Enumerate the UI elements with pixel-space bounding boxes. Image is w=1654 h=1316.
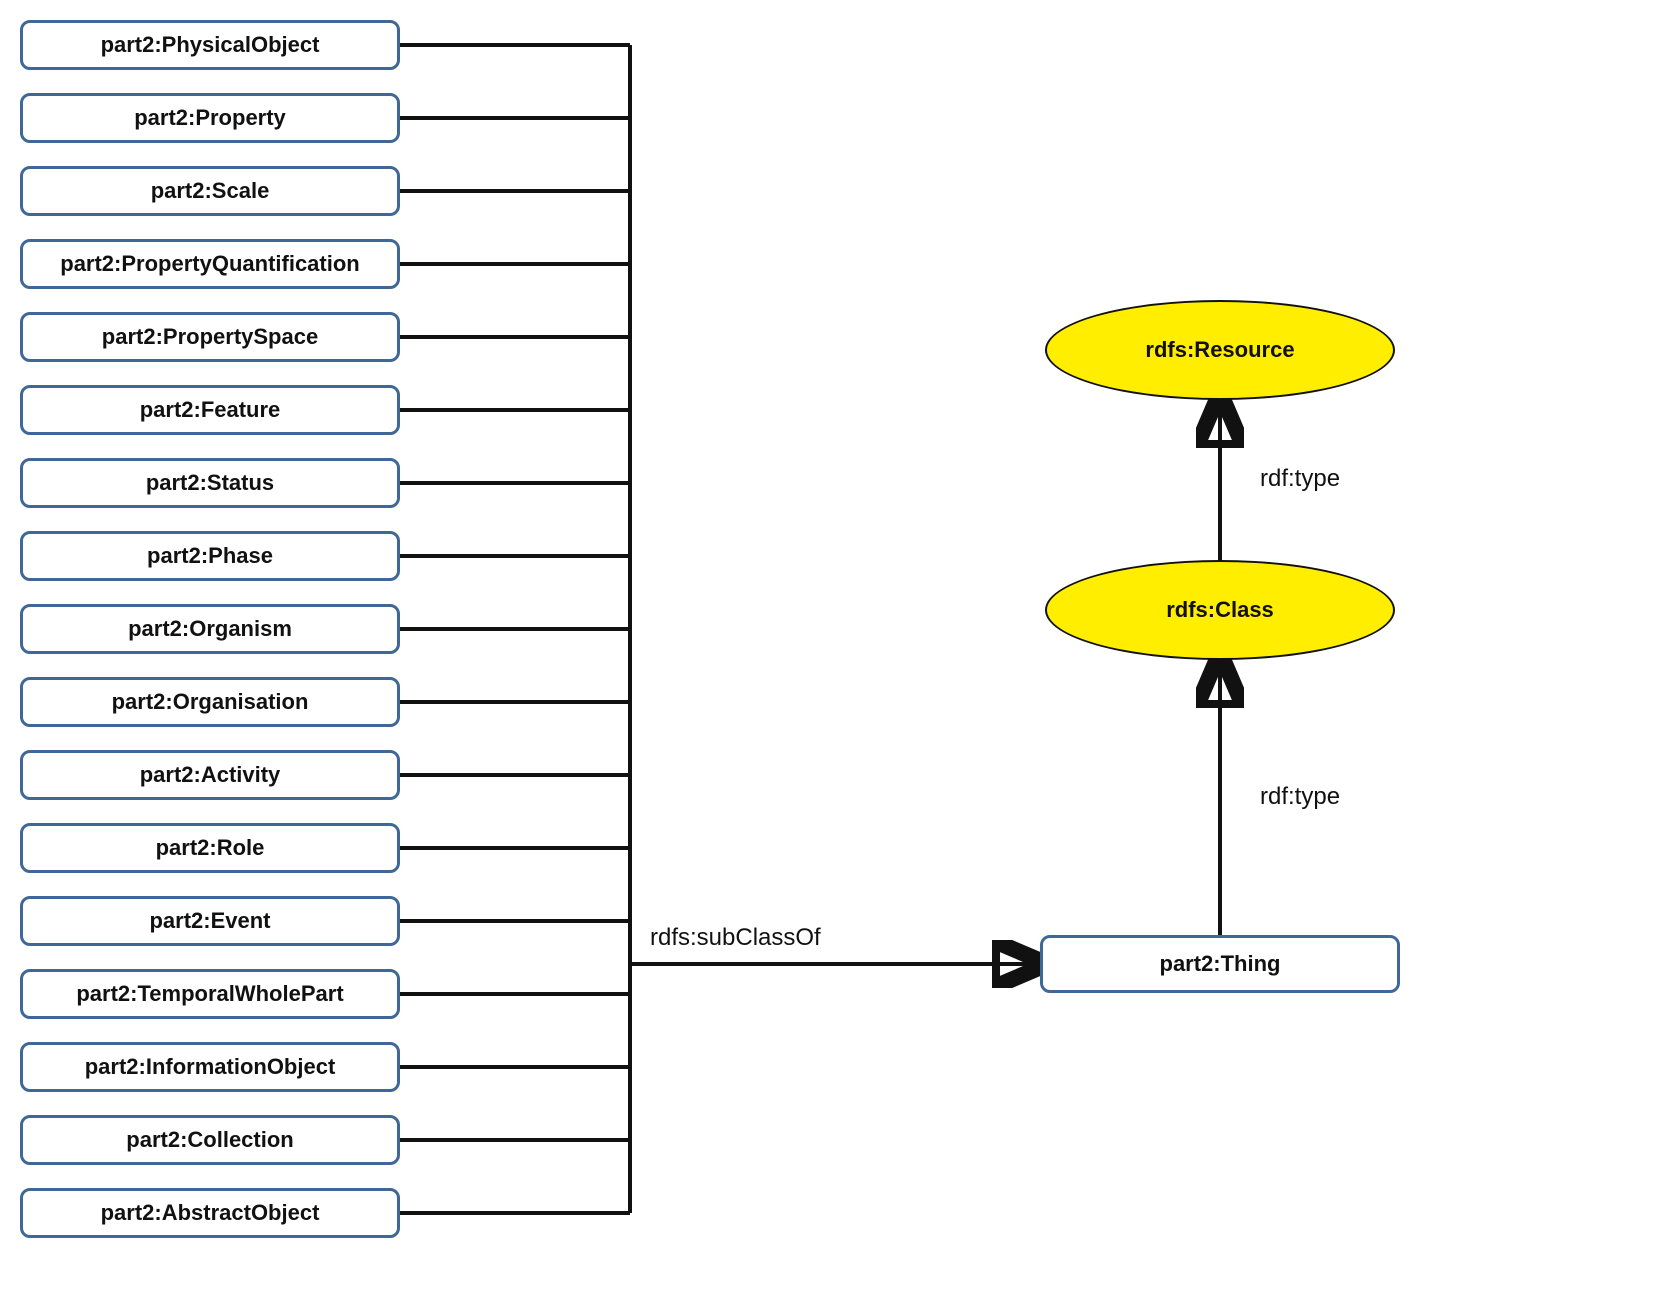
class-box-label: part2:Event bbox=[149, 908, 270, 934]
class-box-label: part2:PhysicalObject bbox=[101, 32, 320, 58]
class-box-label: part2:Status bbox=[146, 470, 274, 496]
class-box-label: part2:InformationObject bbox=[85, 1054, 336, 1080]
class-box: part2:Organism bbox=[20, 604, 400, 654]
class-box: part2:Feature bbox=[20, 385, 400, 435]
class-ellipse-label: rdfs:Class bbox=[1166, 597, 1274, 623]
class-box: part2:PhysicalObject bbox=[20, 20, 400, 70]
class-box: part2:Collection bbox=[20, 1115, 400, 1165]
class-box: part2:Organisation bbox=[20, 677, 400, 727]
class-box: part2:Phase bbox=[20, 531, 400, 581]
class-ellipse: rdfs:Class bbox=[1045, 560, 1395, 660]
class-box: part2:InformationObject bbox=[20, 1042, 400, 1092]
class-box-label: part2:PropertyQuantification bbox=[60, 251, 359, 277]
resource-ellipse-label: rdfs:Resource bbox=[1145, 337, 1294, 363]
thing-box-label: part2:Thing bbox=[1160, 951, 1281, 977]
class-box: part2:AbstractObject bbox=[20, 1188, 400, 1238]
class-box: part2:Status bbox=[20, 458, 400, 508]
class-box: part2:Activity bbox=[20, 750, 400, 800]
thing-box: part2:Thing bbox=[1040, 935, 1400, 993]
resource-ellipse: rdfs:Resource bbox=[1045, 300, 1395, 400]
class-box-label: part2:PropertySpace bbox=[102, 324, 318, 350]
edge-label-subclassof: rdfs:subClassOf bbox=[650, 924, 821, 952]
edge-label-type-lower: rdf:type bbox=[1260, 783, 1340, 811]
class-box-label: part2:Phase bbox=[147, 543, 273, 569]
class-box: part2:Event bbox=[20, 896, 400, 946]
class-box-label: part2:Feature bbox=[140, 397, 281, 423]
class-box-label: part2:Activity bbox=[140, 762, 281, 788]
class-box: part2:PropertyQuantification bbox=[20, 239, 400, 289]
class-box: part2:Role bbox=[20, 823, 400, 873]
class-box-label: part2:TemporalWholePart bbox=[76, 981, 343, 1007]
class-box-label: part2:Role bbox=[156, 835, 265, 861]
class-box: part2:Property bbox=[20, 93, 400, 143]
class-box: part2:Scale bbox=[20, 166, 400, 216]
class-box: part2:TemporalWholePart bbox=[20, 969, 400, 1019]
class-box-label: part2:Collection bbox=[126, 1127, 293, 1153]
class-box-label: part2:Organism bbox=[128, 616, 292, 642]
class-box: part2:PropertySpace bbox=[20, 312, 400, 362]
edge-label-type-upper: rdf:type bbox=[1260, 465, 1340, 493]
class-box-label: part2:Property bbox=[134, 105, 286, 131]
class-box-label: part2:AbstractObject bbox=[101, 1200, 320, 1226]
class-box-label: part2:Organisation bbox=[112, 689, 309, 715]
class-box-label: part2:Scale bbox=[151, 178, 270, 204]
